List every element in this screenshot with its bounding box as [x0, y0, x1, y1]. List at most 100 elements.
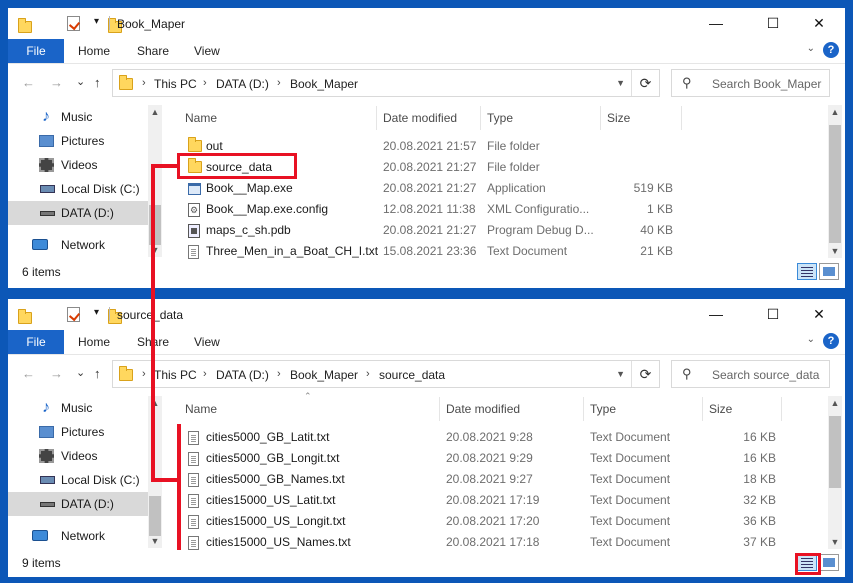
file-list-scrollbar[interactable]: ▲ ▼ — [828, 105, 842, 258]
scroll-down-icon[interactable]: ▼ — [828, 537, 842, 547]
column-divider[interactable] — [480, 106, 481, 130]
maximize-button[interactable]: ☐ — [758, 303, 788, 325]
tab-home[interactable]: Home — [78, 330, 110, 354]
large-icons-view-button[interactable] — [819, 554, 839, 571]
minimize-button[interactable]: — — [701, 303, 731, 325]
scroll-up-icon[interactable]: ▲ — [148, 107, 162, 117]
nav-item-music[interactable]: ♪ Music — [8, 396, 148, 420]
minimize-button[interactable]: — — [701, 12, 731, 34]
breadcrumb-data-d[interactable]: DATA (D:) — [216, 368, 269, 382]
address-bar[interactable]: › This PC › DATA (D:) › Book_Maper › sou… — [112, 360, 660, 388]
column-header-size[interactable]: Size — [709, 397, 732, 421]
file-row[interactable]: cities15000_US_Latit.txt 20.08.2021 17:1… — [8, 490, 828, 511]
details-view-button[interactable] — [797, 263, 817, 280]
search-box[interactable]: ⚲ Search Book_Maper — [671, 69, 830, 97]
chevron-down-icon[interactable]: ▼ — [616, 369, 625, 379]
close-button[interactable]: ✕ — [804, 12, 834, 34]
file-row[interactable]: maps_c_sh.pdb 20.08.2021 21:27 Program D… — [8, 220, 828, 241]
address-bar[interactable]: › This PC › DATA (D:) › Book_Maper ▼ ⟳ — [112, 69, 660, 97]
customize-toolbar-icon[interactable]: ▾ — [94, 16, 99, 33]
maximize-button[interactable]: ☐ — [758, 12, 788, 34]
file-row[interactable]: cities5000_GB_Longit.txt 20.08.2021 9:29… — [8, 448, 828, 469]
breadcrumb-book-maper[interactable]: Book_Maper — [290, 77, 358, 91]
column-divider[interactable] — [681, 106, 682, 130]
nav-item-music[interactable]: ♪ Music — [8, 105, 148, 129]
column-divider[interactable] — [600, 106, 601, 130]
column-divider[interactable] — [583, 397, 584, 421]
column-divider[interactable] — [702, 397, 703, 421]
breadcrumb-source-data[interactable]: source_data — [379, 368, 445, 382]
chevron-right-icon[interactable]: › — [203, 368, 207, 380]
recent-locations-button[interactable]: ⌄ — [76, 366, 85, 379]
forward-button[interactable]: → — [50, 75, 63, 90]
help-icon[interactable]: ? — [823, 333, 839, 349]
chevron-right-icon[interactable]: › — [203, 77, 207, 89]
scroll-up-icon[interactable]: ▲ — [828, 107, 842, 117]
address-row: ← → ⌄ ↑ › This PC › DATA (D:) › Book_Map… — [8, 63, 845, 101]
large-icons-view-button[interactable] — [819, 263, 839, 280]
column-header-name[interactable]: Name — [185, 397, 217, 421]
file-row[interactable]: source_data 20.08.2021 21:27 File folder — [8, 157, 828, 178]
column-header-date[interactable]: Date modified — [383, 106, 457, 130]
file-list-scrollbar[interactable]: ▲ ▼ — [828, 396, 842, 549]
file-row[interactable]: Three_Men_in_a_Boat_CH_I.txt 15.08.2021 … — [8, 241, 828, 262]
chevron-right-icon[interactable]: › — [142, 77, 146, 89]
breadcrumb-this-pc[interactable]: This PC — [154, 77, 197, 91]
file-row[interactable]: cities5000_GB_Latit.txt 20.08.2021 9:28 … — [8, 427, 828, 448]
close-button[interactable]: ✕ — [804, 303, 834, 325]
chevron-right-icon[interactable]: › — [277, 368, 281, 380]
search-icon: ⚲ — [682, 366, 692, 381]
file-row[interactable]: cities15000_US_Longit.txt 20.08.2021 17:… — [8, 511, 828, 532]
breadcrumb-data-d[interactable]: DATA (D:) — [216, 77, 269, 91]
expand-ribbon-icon[interactable]: ⌄ — [807, 43, 815, 54]
scroll-up-icon[interactable]: ▲ — [828, 398, 842, 408]
back-button[interactable]: ← — [22, 366, 35, 381]
tab-home[interactable]: Home — [78, 39, 110, 63]
tab-file[interactable]: File — [8, 330, 64, 354]
column-header-type[interactable]: Type — [590, 397, 616, 421]
help-icon[interactable]: ? — [823, 42, 839, 58]
file-row[interactable]: cities5000_GB_Names.txt 20.08.2021 9:27 … — [8, 469, 828, 490]
search-box[interactable]: ⚲ Search source_data — [671, 360, 830, 388]
forward-button[interactable]: → — [50, 366, 63, 381]
chevron-down-icon[interactable]: ▼ — [616, 78, 625, 88]
refresh-button[interactable]: ⟳ — [631, 361, 659, 387]
status-bar: 9 items — [8, 552, 845, 574]
tab-view[interactable]: View — [194, 39, 220, 63]
file-row[interactable]: cities15000_US_Names.txt 20.08.2021 17:1… — [8, 532, 828, 553]
scrollbar-thumb[interactable] — [829, 125, 841, 243]
column-header-date[interactable]: Date modified — [446, 397, 520, 421]
column-header-name[interactable]: Name — [185, 106, 217, 130]
tab-view[interactable]: View — [194, 330, 220, 354]
chevron-right-icon[interactable]: › — [366, 368, 370, 380]
breadcrumb-this-pc[interactable]: This PC — [154, 368, 197, 382]
recent-locations-button[interactable]: ⌄ — [76, 75, 85, 88]
breadcrumb-book-maper[interactable]: Book_Maper — [290, 368, 358, 382]
column-divider[interactable] — [781, 397, 782, 421]
expand-ribbon-icon[interactable]: ⌄ — [807, 334, 815, 345]
properties-icon[interactable] — [67, 16, 81, 31]
up-button[interactable]: ↑ — [94, 75, 101, 90]
item-count: 9 items — [22, 556, 61, 570]
file-row[interactable]: Book__Map.exe.config 12.08.2021 11:38 XM… — [8, 199, 828, 220]
tab-share[interactable]: Share — [137, 39, 169, 63]
chevron-right-icon[interactable]: › — [277, 77, 281, 89]
column-divider[interactable] — [376, 106, 377, 130]
file-row[interactable]: out 20.08.2021 21:57 File folder — [8, 136, 828, 157]
file-row[interactable]: Book__Map.exe 20.08.2021 21:27 Applicati… — [8, 178, 828, 199]
chevron-right-icon[interactable]: › — [142, 368, 146, 380]
file-date: 20.08.2021 17:19 — [446, 493, 540, 507]
customize-toolbar-icon[interactable]: ▾ — [94, 307, 99, 324]
column-divider[interactable] — [439, 397, 440, 421]
column-header-size[interactable]: Size — [607, 106, 630, 130]
scroll-down-icon[interactable]: ▼ — [828, 246, 842, 256]
up-button[interactable]: ↑ — [94, 366, 101, 381]
tab-file[interactable]: File — [8, 39, 64, 63]
folder-icon — [188, 137, 202, 152]
column-header-type[interactable]: Type — [487, 106, 513, 130]
refresh-button[interactable]: ⟳ — [631, 70, 659, 96]
back-button[interactable]: ← — [22, 75, 35, 90]
file-date: 20.08.2021 21:27 — [383, 181, 477, 195]
scrollbar-thumb[interactable] — [829, 416, 841, 488]
properties-icon[interactable] — [67, 307, 81, 322]
